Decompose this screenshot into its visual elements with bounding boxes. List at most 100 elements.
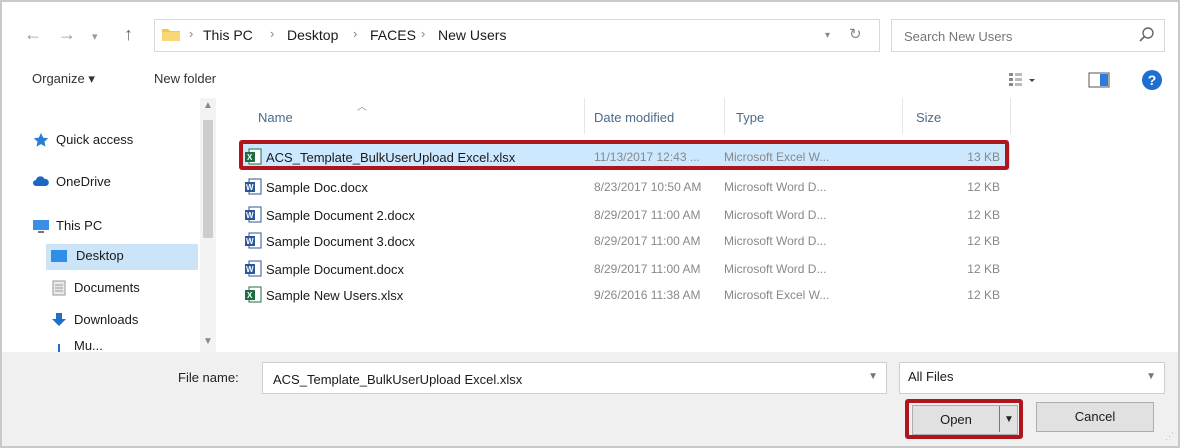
address-dropdown-icon[interactable]: ▾ bbox=[825, 30, 830, 41]
excel-icon: X bbox=[245, 286, 262, 303]
svg-text:X: X bbox=[247, 291, 253, 300]
svg-text:W: W bbox=[246, 237, 254, 246]
search-input[interactable] bbox=[902, 25, 1126, 47]
nav-item-label: Downloads bbox=[74, 312, 139, 327]
svg-text:X: X bbox=[247, 153, 253, 162]
up-arrow-icon[interactable]: ↑ bbox=[124, 24, 133, 44]
file-size: 12 KB bbox=[967, 288, 1000, 302]
scrollbar-thumb[interactable] bbox=[203, 120, 213, 238]
file-date: 8/29/2017 11:00 AM bbox=[594, 262, 701, 276]
file-name: Sample Document 3.docx bbox=[266, 234, 415, 249]
open-button[interactable]: Open ▼ bbox=[912, 405, 1018, 435]
file-type-select[interactable]: All Files ▼ bbox=[899, 362, 1165, 394]
file-type: Microsoft Word D... bbox=[724, 208, 827, 222]
file-date: 8/29/2017 11:00 AM bbox=[594, 234, 701, 248]
dialog-footer: File name: ▼ All Files ▼ Open ▼ Cancel ⋰ bbox=[2, 352, 1178, 446]
resize-grip-icon[interactable]: ⋰ bbox=[1165, 431, 1174, 442]
scroll-up-icon[interactable]: ▲ bbox=[203, 100, 213, 111]
address-bar[interactable]: › This PC › Desktop › FACES › New Users … bbox=[154, 19, 880, 52]
documents-icon bbox=[52, 280, 66, 296]
breadcrumb-desktop[interactable]: Desktop bbox=[287, 27, 338, 43]
file-type: Microsoft Word D... bbox=[724, 234, 827, 248]
nav-item-label: This PC bbox=[56, 218, 103, 233]
navigation-pane: Quick access OneDrive This PC Desktop Do… bbox=[2, 98, 220, 352]
file-size: 12 KB bbox=[967, 180, 1000, 194]
file-list: ︿ Name Date modified Type Size X ACS_Tem… bbox=[230, 98, 1178, 352]
nav-item-label: Desktop bbox=[76, 248, 124, 263]
cloud-icon bbox=[33, 176, 49, 186]
column-divider bbox=[902, 98, 903, 134]
word-icon: W bbox=[245, 206, 262, 223]
nav-item-music[interactable]: Mu... bbox=[50, 338, 198, 352]
computer-icon bbox=[33, 220, 49, 233]
file-date: 8/29/2017 11:00 AM bbox=[594, 208, 701, 222]
chevron-down-icon[interactable]: ▼ bbox=[868, 371, 878, 382]
breadcrumb-faces[interactable]: FACES bbox=[370, 27, 416, 43]
file-size: 12 KB bbox=[967, 208, 1000, 222]
recent-locations-chevron-icon[interactable]: ▾ bbox=[92, 27, 98, 47]
file-row[interactable]: W Sample Doc.docx 8/23/2017 10:50 AM Mic… bbox=[240, 174, 1010, 200]
file-name: Sample Document.docx bbox=[266, 262, 405, 277]
sort-ascending-icon: ︿ bbox=[357, 102, 367, 113]
organize-button[interactable]: Organize ▾ bbox=[32, 71, 95, 87]
file-type: Microsoft Excel W... bbox=[724, 288, 830, 302]
toolbar: Organize ▾ New folder ? bbox=[2, 66, 1178, 96]
svg-text:W: W bbox=[246, 211, 254, 220]
file-row[interactable]: X ACS_Template_BulkUserUpload Excel.xlsx… bbox=[240, 144, 1010, 170]
excel-icon: X bbox=[245, 148, 262, 165]
nav-item-desktop[interactable]: Desktop bbox=[46, 244, 198, 270]
search-box[interactable] bbox=[891, 19, 1165, 52]
file-row[interactable]: W Sample Document 3.docx 8/29/2017 11:00… bbox=[240, 228, 1010, 254]
nav-item-onedrive[interactable]: OneDrive bbox=[32, 170, 200, 196]
preview-pane-icon[interactable] bbox=[1088, 71, 1110, 89]
open-options-chevron-icon[interactable]: ▼ bbox=[1004, 414, 1014, 425]
nav-item-this-pc[interactable]: This PC bbox=[32, 214, 200, 240]
column-divider bbox=[724, 98, 725, 134]
scroll-down-icon[interactable]: ▼ bbox=[203, 336, 213, 347]
word-icon: W bbox=[245, 260, 262, 277]
file-row[interactable]: W Sample Document.docx 8/29/2017 11:00 A… bbox=[240, 256, 1010, 282]
file-row[interactable]: W Sample Document 2.docx 8/29/2017 11:00… bbox=[240, 202, 1010, 228]
breadcrumb-separator: › bbox=[421, 26, 426, 41]
nav-item-quick-access[interactable]: Quick access bbox=[32, 128, 200, 154]
back-arrow-icon[interactable]: ← bbox=[24, 24, 42, 44]
nav-item-label: Documents bbox=[74, 280, 140, 295]
column-header-size[interactable]: Size bbox=[916, 110, 941, 125]
svg-text:W: W bbox=[246, 265, 254, 274]
file-name-input[interactable] bbox=[271, 368, 855, 390]
nav-item-documents[interactable]: Documents bbox=[50, 276, 198, 302]
breadcrumb-separator: › bbox=[189, 26, 194, 41]
refresh-icon[interactable]: ↻ bbox=[849, 25, 862, 43]
search-icon[interactable] bbox=[1138, 26, 1156, 44]
cancel-button[interactable]: Cancel bbox=[1036, 402, 1154, 432]
column-header-type[interactable]: Type bbox=[736, 110, 764, 125]
svg-text:W: W bbox=[246, 183, 254, 192]
forward-arrow-icon[interactable]: → bbox=[58, 24, 76, 44]
file-type: Microsoft Word D... bbox=[724, 262, 827, 276]
file-type-value: All Files bbox=[908, 369, 954, 384]
nav-scrollbar[interactable]: ▲ ▼ bbox=[200, 98, 216, 352]
change-view-icon[interactable] bbox=[1008, 71, 1038, 89]
file-type: Microsoft Excel W... bbox=[724, 150, 830, 164]
file-name: Sample Document 2.docx bbox=[266, 208, 415, 223]
file-name: ACS_Template_BulkUserUpload Excel.xlsx bbox=[266, 150, 516, 165]
file-date: 11/13/2017 12:43 ... bbox=[594, 150, 700, 164]
new-folder-button[interactable]: New folder bbox=[154, 71, 216, 86]
music-icon bbox=[58, 344, 60, 352]
nav-item-downloads[interactable]: Downloads bbox=[50, 308, 198, 334]
word-icon: W bbox=[245, 232, 262, 249]
star-icon bbox=[33, 133, 49, 147]
file-type: Microsoft Word D... bbox=[724, 180, 827, 194]
file-open-dialog: ← → ▾ ↑ › This PC › Desktop › FACES › Ne… bbox=[0, 0, 1180, 448]
column-header-name[interactable]: Name bbox=[258, 110, 293, 125]
file-row[interactable]: X Sample New Users.xlsx 9/26/2016 11:38 … bbox=[240, 282, 1010, 308]
breadcrumb-separator: › bbox=[353, 26, 358, 41]
file-name-field[interactable]: ▼ bbox=[262, 362, 887, 394]
breadcrumb-new-users[interactable]: New Users bbox=[438, 27, 506, 43]
nav-item-label: Mu... bbox=[74, 338, 103, 352]
nav-item-label: Quick access bbox=[56, 132, 134, 147]
help-icon[interactable]: ? bbox=[1142, 70, 1162, 90]
download-icon bbox=[52, 313, 66, 326]
breadcrumb-this-pc[interactable]: This PC bbox=[203, 27, 253, 43]
column-header-date-modified[interactable]: Date modified bbox=[594, 110, 674, 125]
